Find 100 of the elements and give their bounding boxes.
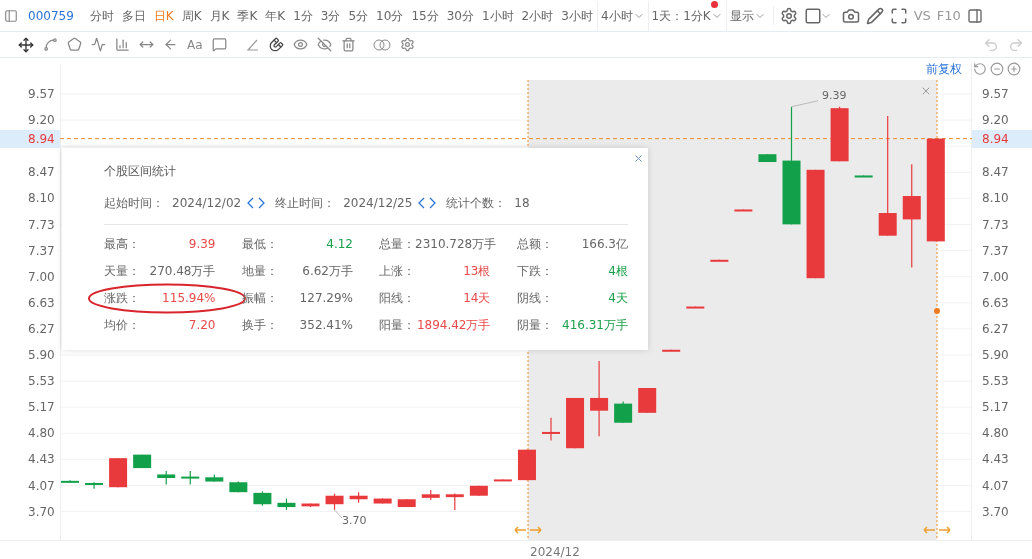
period-tab[interactable]: 1小时 [477, 6, 518, 25]
candlestick [614, 400, 633, 424]
dropdown-button[interactable]: 1天：1分K [647, 0, 726, 31]
date-step-icon[interactable] [247, 197, 266, 209]
trash-icon[interactable] [340, 37, 356, 52]
candlestick [542, 417, 560, 442]
axis-label: 8.10 [982, 190, 1009, 208]
settings-icon[interactable] [779, 6, 798, 25]
axis-label: 6.27 [982, 320, 1009, 338]
stat-value: 4.12 [326, 236, 353, 253]
high-price-label: 9.39 [822, 88, 847, 104]
range-handle-icon[interactable] [514, 526, 542, 534]
sidebar-toggle-icon[interactable] [4, 8, 18, 23]
zoom-out-icon[interactable] [990, 62, 1004, 76]
candlestick [662, 349, 681, 352]
axis-label: 7.73 [982, 216, 1009, 234]
angle-icon[interactable] [245, 37, 260, 52]
candlestick [710, 259, 729, 262]
magnet-icon[interactable] [268, 37, 284, 52]
period-tab[interactable]: 年K [261, 6, 290, 25]
axis-label: 5.53 [28, 373, 55, 391]
axis-label: 7.00 [28, 268, 55, 286]
stat-label: 总额： [516, 236, 553, 253]
axis-label: 7.37 [982, 242, 1009, 260]
period-tab[interactable]: 季K [233, 6, 262, 25]
period-tab[interactable]: 1分 [289, 6, 317, 25]
period-tab[interactable]: 5分 [344, 6, 373, 25]
count-label: 统计个数： [446, 195, 507, 212]
axis-label: 3.70 [28, 503, 55, 521]
start-date: 2024/12/02 [172, 195, 242, 212]
x-axis-label: 2024/12 [530, 544, 580, 559]
axis-label: 6.63 [28, 294, 55, 312]
period-tab[interactable]: 3小时 [557, 6, 597, 25]
stat-label: 阳线： [379, 290, 415, 307]
square-icon[interactable] [803, 6, 822, 25]
period-tab[interactable]: 周K [177, 6, 206, 25]
comment-icon[interactable] [211, 37, 227, 52]
camera-icon[interactable] [841, 6, 860, 25]
stat-label: 总量： [379, 236, 415, 253]
chart-tool-icon[interactable] [115, 37, 130, 52]
period-tab[interactable]: 分时 [85, 6, 118, 25]
stat-value: 4天 [608, 290, 628, 307]
panel-toggle-icon[interactable] [966, 7, 983, 24]
price-adjust-button[interactable]: 前复权 [926, 60, 962, 78]
stat-value: 6.62万手 [302, 263, 353, 280]
axis-label: 4.80 [982, 425, 1009, 443]
candlestick [638, 387, 657, 414]
candlestick [253, 490, 272, 507]
close-icon[interactable] [920, 85, 932, 97]
candlestick [734, 208, 753, 212]
stat-label: 均价： [104, 317, 140, 334]
settings-icon[interactable] [399, 37, 415, 52]
candlestick [517, 449, 536, 481]
stat-value: 166.3亿 [581, 236, 628, 253]
period-tab[interactable]: 多日 [117, 6, 150, 25]
candlestick [758, 153, 777, 163]
text-tool[interactable]: Aa [187, 35, 203, 54]
stat-value: 352.41% [299, 317, 353, 334]
eye-off-icon[interactable] [316, 37, 332, 52]
period-tab[interactable]: 15分 [407, 6, 443, 25]
stat-label: 地量： [241, 263, 278, 280]
line-tool-icon[interactable] [43, 37, 58, 52]
polygon-icon[interactable] [67, 37, 82, 52]
candlestick [85, 481, 104, 490]
range-handle-icon[interactable] [923, 526, 951, 534]
period-tab[interactable]: 10分 [372, 6, 408, 25]
candlestick [686, 305, 705, 309]
overlap-circles-icon[interactable] [372, 38, 391, 51]
axis-label: 5.90 [982, 347, 1009, 364]
stock-code[interactable]: 000759 [28, 6, 74, 25]
date-step-icon[interactable] [418, 197, 437, 209]
axis-label: 5.90 [28, 347, 55, 364]
wave-tool-icon[interactable] [91, 37, 106, 52]
stat-label: 阴量： [516, 317, 553, 334]
stat-value: 115.94% [162, 290, 216, 307]
pencil-icon[interactable] [865, 6, 884, 25]
stat-label: 天量： [104, 263, 140, 280]
reset-icon[interactable] [973, 62, 987, 76]
axis-label: 8.47 [982, 164, 1009, 182]
eye-icon[interactable] [292, 37, 308, 52]
close-icon[interactable] [633, 153, 644, 164]
move-icon[interactable] [18, 36, 34, 53]
stat-label: 最低： [241, 236, 278, 253]
candlestick [205, 473, 224, 483]
period-tab[interactable]: 2小时 [517, 6, 558, 25]
dropdown-button[interactable]: 4小时 [596, 0, 648, 31]
fullscreen-icon[interactable] [889, 6, 908, 25]
candlestick [397, 498, 416, 508]
stat-value: 4根 [608, 263, 628, 280]
candlestick [181, 470, 200, 485]
axis-label: 4.07 [982, 477, 1009, 495]
dropdown-button[interactable]: 显示 [725, 0, 769, 31]
axis-label: 7.73 [28, 216, 55, 234]
period-tab[interactable]: 3分 [316, 6, 345, 25]
period-tab[interactable]: 30分 [442, 6, 478, 25]
stat-label: 下跌： [516, 263, 553, 280]
period-tab[interactable]: 月K [205, 6, 234, 25]
candlestick [325, 493, 344, 511]
leader-line [791, 100, 819, 108]
zoom-in-icon[interactable] [1007, 62, 1021, 76]
